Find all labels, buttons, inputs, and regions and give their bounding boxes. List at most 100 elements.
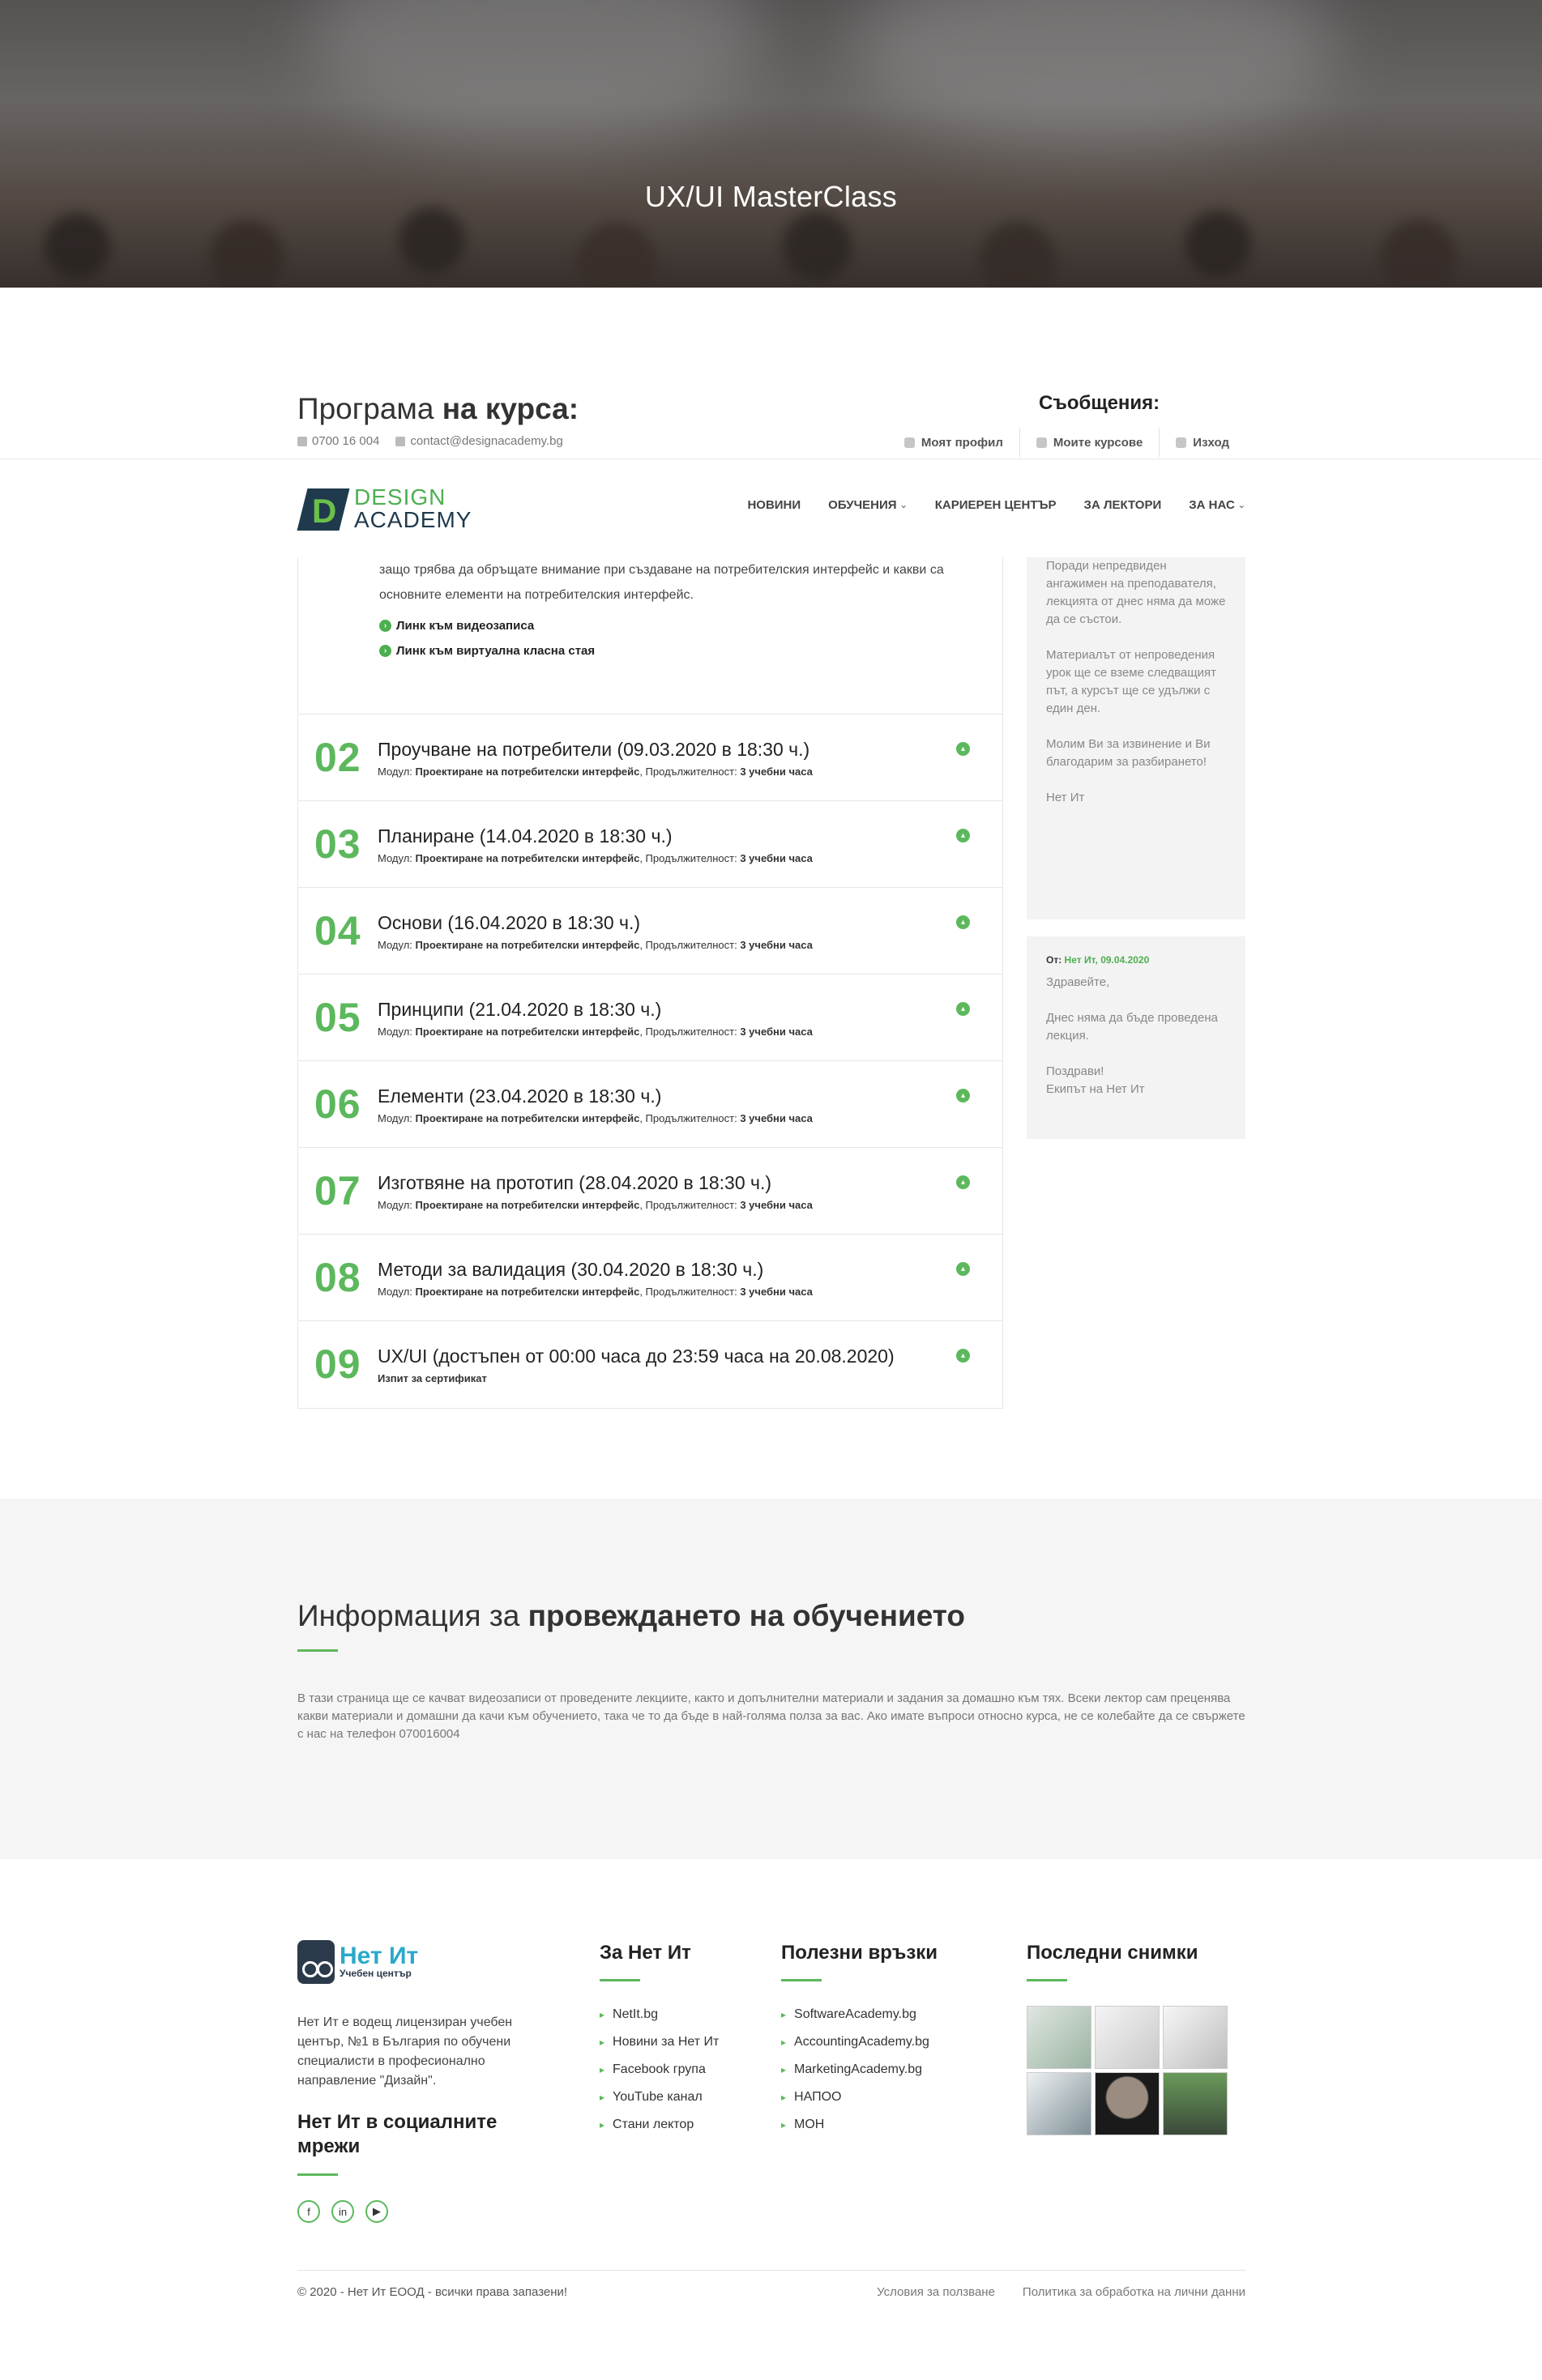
contact-bar: 0700 16 004 contact@designacademy.bg (297, 434, 563, 448)
expand-toggle-icon[interactable]: ▴ (956, 1175, 970, 1189)
linkedin-icon[interactable]: in (331, 2200, 354, 2223)
gallery-thumbnail[interactable] (1095, 2006, 1160, 2069)
lesson-number: 06 (314, 1081, 361, 1127)
nav-item-news[interactable]: НОВИНИ (747, 498, 801, 512)
footer-link[interactable]: ▸ MarketingAcademy.bg (781, 2056, 938, 2084)
lesson-meta: Модул: Проектиране на потребителски инте… (378, 1026, 813, 1038)
lesson-title[interactable]: Методи за валидация (30.04.2020 в 18:30 … (378, 1259, 763, 1281)
arrow-right-icon: › (379, 620, 391, 632)
privacy-link[interactable]: Политика за обработка на лични данни (1023, 2285, 1245, 2299)
footer-about: Нет Ит Учебен център Нет Ит е водещ лицен… (297, 1940, 524, 2223)
gallery-thumbnail[interactable] (1027, 2006, 1091, 2069)
gallery-thumbnail[interactable] (1163, 2072, 1228, 2135)
expand-toggle-icon[interactable]: ▴ (956, 1002, 970, 1016)
phone-icon (297, 436, 307, 446)
netit-logo[interactable]: Нет Ит Учебен център (297, 1940, 524, 1984)
lesson-row[interactable]: 04 Основи (16.04.2020 в 18:30 ч.) Модул: П… (298, 888, 1002, 975)
my-profile-link[interactable]: Моят профил (888, 428, 1019, 457)
chevron-right-icon: ▸ (600, 2119, 605, 2130)
lesson-title[interactable]: Проучване на потребители (09.03.2020 в 1… (378, 739, 809, 761)
lesson-meta: Модул: Проектиране на потребителски инте… (378, 766, 813, 778)
chevron-right-icon: ▸ (781, 2009, 787, 2020)
expand-toggle-icon[interactable]: ▴ (956, 1089, 970, 1103)
lesson-description: защо трябва да обръщате внимание при съз… (379, 563, 944, 602)
title-underline (600, 1979, 640, 1981)
gallery-thumbnail[interactable] (1095, 2072, 1160, 2135)
gallery-thumbnail[interactable] (1163, 2006, 1228, 2069)
footer-col-gallery: Последни снимки (1027, 1942, 1228, 2135)
message-text: Поздрави! (1046, 1064, 1104, 1078)
lesson-row[interactable]: 05 Принципи (21.04.2020 в 18:30 ч.) Модул:… (298, 975, 1002, 1061)
video-link[interactable]: › Линк към видеозаписа (379, 619, 1002, 633)
footer-link[interactable]: ▸ МОН (781, 2111, 938, 2139)
email-contact[interactable]: contact@designacademy.bg (395, 434, 563, 448)
footer-link[interactable]: ▸ SoftwareAcademy.bg (781, 2001, 938, 2028)
lesson-number: 05 (314, 995, 361, 1040)
footer-col-title: За Нет Ит (600, 1942, 691, 1964)
lesson-row[interactable]: 08 Методи за валидация (30.04.2020 в 18:3… (298, 1235, 1002, 1321)
footer-link[interactable]: ▸ NetIt.bg (600, 2001, 719, 2028)
nav-item-career-center[interactable]: КАРИЕРЕН ЦЕНТЪР (935, 498, 1057, 512)
copyright: © 2020 - Нет Ит ЕООД - всички права запа… (297, 2285, 568, 2299)
lesson-number: 02 (314, 735, 361, 780)
expand-toggle-icon[interactable]: ▴ (956, 742, 970, 756)
gallery-thumbnail[interactable] (1027, 2072, 1091, 2135)
footer-link[interactable]: ▸ Новини за Нет Ит (600, 2028, 719, 2056)
lesson-title[interactable]: Планиране (14.04.2020 в 18:30 ч.) (378, 825, 673, 847)
social-title: Нет Ит в социалните мрежи (297, 2111, 498, 2157)
chevron-right-icon: ▸ (600, 2064, 605, 2075)
footer-about-text: Нет Ит е водещ лицензиран учебен център,… (297, 2015, 513, 2088)
nav-item-trainings[interactable]: ОБУЧЕНИЯ ⌄ (828, 498, 908, 512)
lesson-meta: Модул: Проектиране на потребителски инте… (378, 852, 813, 864)
footer-link[interactable]: ▸ НАПОО (781, 2084, 938, 2111)
recent-photos (1027, 2006, 1228, 2135)
lesson-title[interactable]: UX/UI (достъпен от 00:00 часа до 23:59 ч… (378, 1346, 895, 1367)
lesson-number: 08 (314, 1255, 361, 1300)
message-sender: От: Нет Ит, 09.04.2020 (1046, 954, 1150, 966)
lock-icon (1176, 437, 1187, 448)
expand-toggle-icon[interactable]: ▴ (956, 829, 970, 842)
expand-toggle-icon[interactable]: ▴ (956, 1262, 970, 1276)
courses-icon (1036, 437, 1047, 448)
footer-link[interactable]: ▸ YouTube канал (600, 2084, 719, 2111)
info-text: В тази страница ще се качват видеозаписи… (297, 1691, 1245, 1741)
lesson-row[interactable]: 06 Елементи (23.04.2020 в 18:30 ч.) Модул:… (298, 1061, 1002, 1148)
youtube-icon[interactable]: ▶ (365, 2200, 388, 2223)
nav-item-for-lecturers[interactable]: ЗА ЛЕКТОРИ (1084, 498, 1162, 512)
nav-menu: НОВИНИ ОБУЧЕНИЯ ⌄ КАРИЕРЕН ЦЕНТЪР ЗА ЛЕКТ… (747, 498, 1245, 512)
lesson-row[interactable]: 07 Изготвяне на прототип (28.04.2020 в 18… (298, 1148, 1002, 1235)
lesson-title[interactable]: Принципи (21.04.2020 в 18:30 ч.) (378, 999, 661, 1021)
footer-link[interactable]: ▸ Facebook група (600, 2056, 719, 2084)
footer-bottom-bar: © 2020 - Нет Ит ЕООД - всички права запа… (297, 2270, 1245, 2299)
chevron-right-icon: ▸ (600, 2037, 605, 2048)
design-academy-logo[interactable]: D DESIGN ACADEMY (297, 485, 472, 532)
phone-contact[interactable]: 0700 16 004 (297, 434, 379, 448)
expand-toggle-icon[interactable]: ▴ (956, 1349, 970, 1363)
expand-toggle-icon[interactable]: ▴ (956, 915, 970, 929)
arrow-right-icon: › (379, 645, 391, 657)
user-menu: Моят профил Моите курсове Изход (888, 428, 1245, 457)
lesson-title[interactable]: Основи (16.04.2020 в 18:30 ч.) (378, 912, 640, 934)
message-card: От: Нет Ит, 09.04.2020 Здравейте, Днес н… (1027, 936, 1245, 1139)
lesson-row[interactable]: 02 Проучване на потребители (09.03.2020 в… (298, 714, 1002, 801)
footer-link[interactable]: ▸ AccountingAcademy.bg (781, 2028, 938, 2056)
lesson-meta: Изпит за сертификат (378, 1372, 487, 1384)
owl-logo-icon (297, 1940, 335, 1984)
logout-link[interactable]: Изход (1159, 428, 1245, 457)
lesson-title[interactable]: Изготвяне на прототип (28.04.2020 в 18:3… (378, 1172, 771, 1194)
lesson-number: 04 (314, 908, 361, 953)
lesson-row[interactable]: 09 UX/UI (достъпен от 00:00 часа до 23:59… (298, 1321, 1002, 1408)
lesson-row[interactable]: 03 Планиране (14.04.2020 в 18:30 ч.) Модул… (298, 801, 1002, 888)
info-title: Информация за провеждането на обучението (297, 1599, 966, 1632)
lesson-title[interactable]: Елементи (23.04.2020 в 18:30 ч.) (378, 1086, 661, 1107)
chevron-right-icon: ▸ (781, 2064, 787, 2075)
facebook-icon[interactable]: f (297, 2200, 320, 2223)
message-text: Поради непредвиден ангажимен на преподав… (1046, 559, 1226, 626)
chevron-right-icon: ▸ (600, 2092, 605, 2103)
terms-link[interactable]: Условия за ползване (877, 2285, 995, 2299)
virtual-classroom-link[interactable]: › Линк към виртуална класна стая (379, 644, 1002, 658)
nav-item-about[interactable]: ЗА НАС ⌄ (1189, 498, 1245, 512)
my-courses-link[interactable]: Моите курсове (1019, 428, 1159, 457)
footer-link[interactable]: ▸ Стани лектор (600, 2111, 719, 2139)
hero-title: UX/UI MasterClass (644, 180, 898, 213)
